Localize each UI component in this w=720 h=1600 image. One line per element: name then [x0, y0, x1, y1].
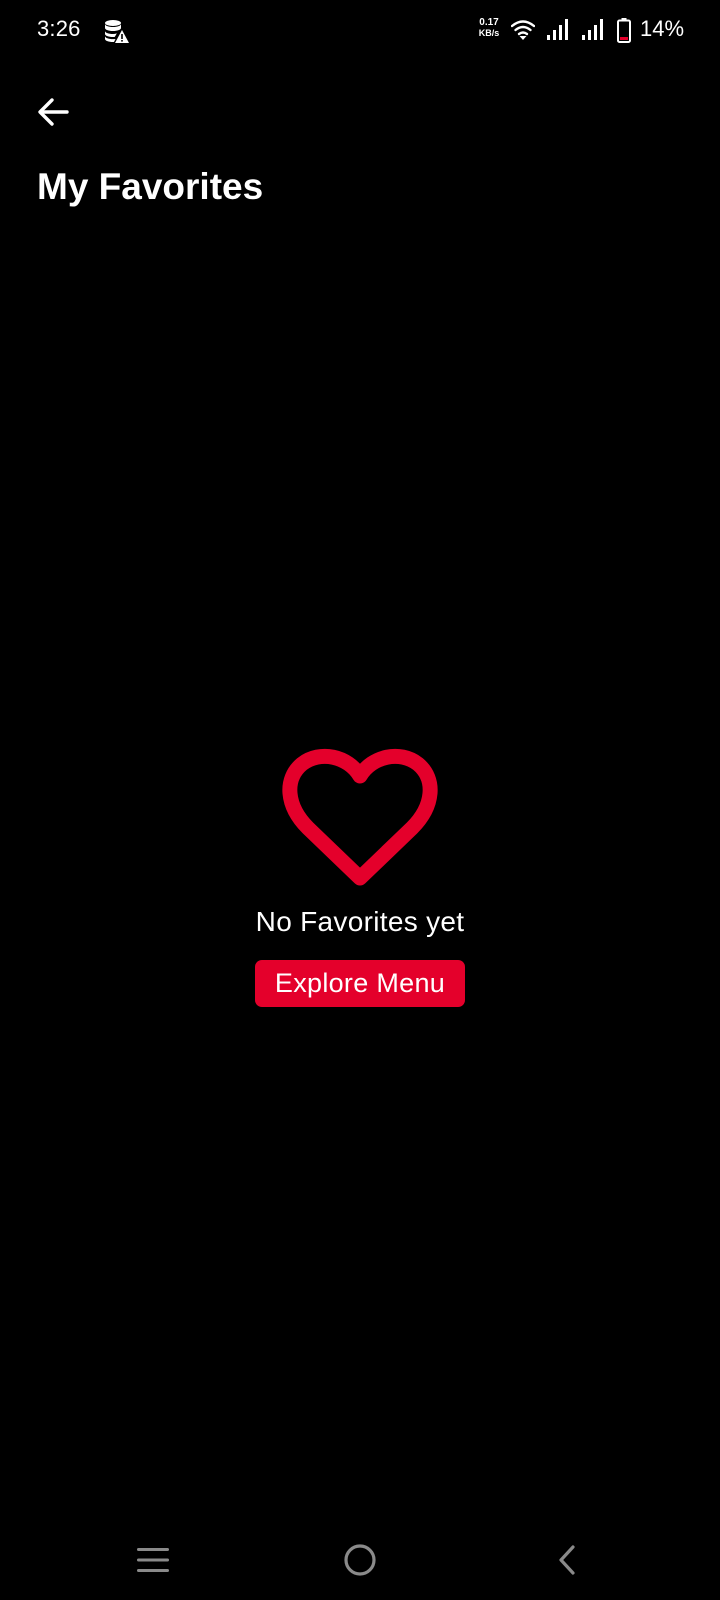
- status-time: 3:26: [37, 16, 81, 41]
- status-bar: 3:26 0.17 KB/s 14%: [0, 0, 720, 62]
- database-warning-icon: [105, 20, 129, 43]
- heart-outline-icon: [282, 748, 438, 886]
- network-speed: 0.17 KB/s: [475, 17, 503, 39]
- page-title: My Favorites: [37, 166, 264, 207]
- wifi-icon: [511, 20, 535, 40]
- chevron-left-icon: [559, 1545, 575, 1575]
- empty-message: No Favorites yet: [255, 906, 465, 937]
- cell-signal-icon: [547, 19, 568, 40]
- explore-menu-button[interactable]: Explore Menu: [254, 960, 466, 1007]
- empty-state: No Favorites yet Explore Menu: [0, 748, 720, 1007]
- nav-back-button[interactable]: [527, 1520, 607, 1600]
- cell-signal-icon: [582, 19, 603, 40]
- network-speed-unit: KB/s: [478, 28, 500, 38]
- battery-percentage: 14%: [640, 16, 685, 41]
- nav-home-button[interactable]: [320, 1520, 400, 1600]
- back-arrow-icon: [38, 98, 69, 126]
- network-speed-value: 0.17: [479, 17, 499, 28]
- back-button[interactable]: [28, 90, 78, 134]
- home-circle-icon: [344, 1544, 376, 1576]
- system-navigation-bar: [0, 1520, 720, 1600]
- battery-icon: [617, 18, 631, 43]
- nav-recent-apps-button[interactable]: [113, 1520, 193, 1600]
- menu-lines-icon: [137, 1548, 169, 1572]
